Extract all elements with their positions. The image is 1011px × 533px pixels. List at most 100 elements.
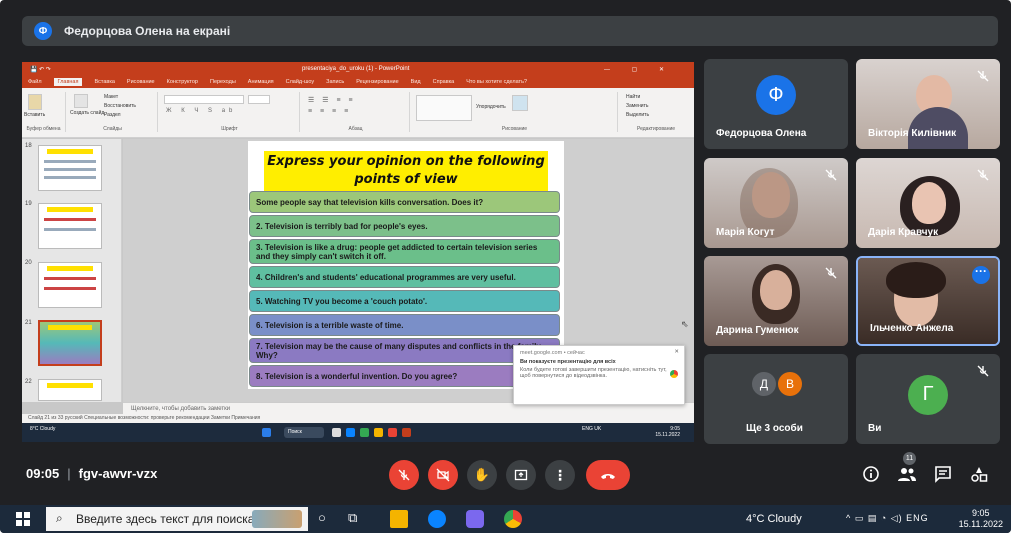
slide-thumbnail[interactable] (38, 203, 102, 249)
participant-tile[interactable]: Дарія Кравчук (856, 158, 1000, 248)
participant-tile[interactable]: Дарина Гуменюк (704, 256, 848, 346)
powerpoint-icon (402, 428, 411, 437)
tell-me-input[interactable]: Что вы хотите сделать? (466, 79, 527, 85)
more-participants-label: Ще 3 особи (746, 423, 803, 434)
chrome-icon[interactable] (504, 510, 522, 528)
present-icon (514, 469, 528, 481)
raise-hand-button[interactable]: ✋ (467, 460, 497, 490)
weather-widget[interactable]: 4°C Cloudy (746, 513, 802, 525)
present-button[interactable] (506, 460, 536, 490)
search-icon: ⌕ (56, 511, 63, 525)
ribbon-group-editing: Найти Заменить Выделить Редактирование (620, 92, 692, 132)
tab-record[interactable]: Запись (326, 79, 344, 85)
statement-5: 5. Watching TV you become a 'couch potat… (249, 290, 560, 312)
select-button[interactable]: Выделить (626, 112, 649, 118)
quick-styles-icon[interactable] (512, 95, 528, 111)
hand-icon: ✋ (473, 467, 491, 482)
paste-button[interactable]: Вставить (24, 112, 45, 118)
taskbar-clock[interactable]: 9:05 15.11.2022 (959, 508, 1003, 530)
language-indicator[interactable]: ENG (906, 513, 929, 523)
camera-toggle-button[interactable] (428, 460, 458, 490)
participant-tile[interactable]: Вікторія Килівник (856, 59, 1000, 149)
slide-thumbnail-selected[interactable] (38, 320, 102, 366)
file-explorer-icon[interactable] (390, 510, 408, 528)
more-participants-tile[interactable]: Д В Ще 3 особи (704, 354, 848, 444)
font-format-icons[interactable]: Ж К Ч S ab (166, 108, 236, 114)
paragraph-icons[interactable]: ☰ ☰ ≡ ≡ (308, 96, 356, 104)
tab-slideshow[interactable]: Слайд-шоу (286, 79, 315, 85)
slide-number: 20 (25, 260, 32, 266)
arrange-button[interactable]: Упорядочить (476, 104, 506, 110)
statement-1: Some people say that television kills co… (249, 191, 560, 213)
presenting-notification[interactable]: meet.google.com • сейчас Ви показуєте пр… (513, 345, 685, 405)
ribbon-group-label: Рисование (501, 126, 528, 132)
participant-tile-active[interactable]: ··· Ільченко Анжела (856, 256, 1000, 346)
tab-animation[interactable]: Анимация (248, 79, 274, 85)
layout-button[interactable]: Макет (104, 94, 118, 100)
powerpoint-status-bar: Слайд 21 из 33 русский Специальные возмо… (22, 414, 694, 423)
slide-number: 19 (25, 201, 32, 207)
meeting-details-button[interactable] (860, 463, 882, 485)
task-view-icon[interactable]: ⧉ (348, 510, 366, 528)
ribbon-group-label: Буфер обмена (26, 126, 61, 132)
tab-home[interactable]: Главная (53, 78, 83, 86)
meeting-info: 09:05 | fgv-awvr-vzx (26, 466, 157, 481)
windows-start-icon[interactable] (14, 510, 32, 528)
mic-off-icon (977, 169, 989, 181)
tab-transitions[interactable]: Переходы (210, 79, 236, 85)
quick-access-icons[interactable]: 💾 ↶ ↷ (30, 66, 51, 73)
participant-tile[interactable]: Марія Когут (704, 158, 848, 248)
tab-design[interactable]: Конструктор (167, 79, 198, 85)
slide-thumbnails-pane[interactable]: 18 19 20 21 22 (22, 139, 122, 402)
people-button[interactable] (896, 463, 918, 485)
section-button[interactable]: Раздел (104, 112, 121, 118)
tab-insert[interactable]: Вставка (94, 79, 114, 85)
find-button[interactable]: Найти (626, 94, 640, 100)
activities-button[interactable] (968, 463, 990, 485)
chat-button[interactable] (932, 463, 954, 485)
new-slide-icon[interactable] (74, 94, 88, 108)
slide-thumbnail[interactable] (38, 379, 102, 401)
new-slide-button[interactable]: Создать слайд (70, 110, 104, 116)
notification-source: meet.google.com • сейчас (520, 350, 585, 356)
activities-icon (971, 467, 988, 482)
reset-button[interactable]: Восстановить (104, 103, 136, 109)
font-size-select[interactable] (248, 95, 270, 104)
self-tile[interactable]: Г Ви (856, 354, 1000, 444)
shared-screen[interactable]: 💾 ↶ ↷ presentaciya_do_uroku (1) - PowerP… (22, 62, 694, 442)
shapes-gallery[interactable] (416, 95, 472, 121)
more-options-button[interactable]: ⋮ (545, 460, 575, 490)
close-icon[interactable]: ✕ (674, 349, 679, 355)
font-family-select[interactable] (164, 95, 244, 104)
slide-thumbnail[interactable] (38, 262, 102, 308)
more-options-icon[interactable]: ··· (972, 265, 990, 284)
system-tray[interactable]: ^ ▭ ▤ ◔ ◁) ENG (846, 513, 929, 524)
ribbon-group-label: Шрифт (221, 126, 238, 132)
window-controls[interactable]: — ▢ ✕ (604, 66, 674, 73)
tab-draw[interactable]: Рисование (127, 79, 155, 85)
leave-call-button[interactable] (586, 460, 630, 490)
statement-6: 6. Television is a terrible waste of tim… (249, 314, 560, 336)
replace-button[interactable]: Заменить (626, 103, 648, 109)
ribbon-group-label: Абзац (348, 126, 363, 132)
tab-file[interactable]: Файл (28, 79, 42, 85)
slide-number: 21 (25, 320, 32, 326)
avatar: В (778, 372, 802, 396)
windows-search-box[interactable]: ⌕ Введите здесь текст для поиска (46, 507, 308, 531)
participant-tile[interactable]: Ф Федорцова Олена (704, 59, 848, 149)
edge-icon[interactable] (428, 510, 446, 528)
slide-thumbnail[interactable] (38, 145, 102, 191)
shared-weather: 8°C Cloudy (30, 426, 56, 432)
viber-icon[interactable] (466, 510, 484, 528)
tab-help[interactable]: Справка (433, 79, 455, 85)
cortana-icon[interactable]: ○ (318, 510, 336, 528)
paste-icon[interactable] (28, 94, 42, 110)
app-icon (388, 428, 397, 437)
align-icons[interactable]: ≡ ≡ ≡ ≡ (308, 108, 351, 115)
mic-toggle-button[interactable] (389, 460, 419, 490)
tab-review[interactable]: Рецензирование (356, 79, 398, 85)
mic-off-icon (398, 469, 410, 481)
avatar: Д (752, 372, 776, 396)
tab-view[interactable]: Вид (411, 79, 421, 85)
ribbon-group-label: Редактирование (636, 126, 676, 132)
